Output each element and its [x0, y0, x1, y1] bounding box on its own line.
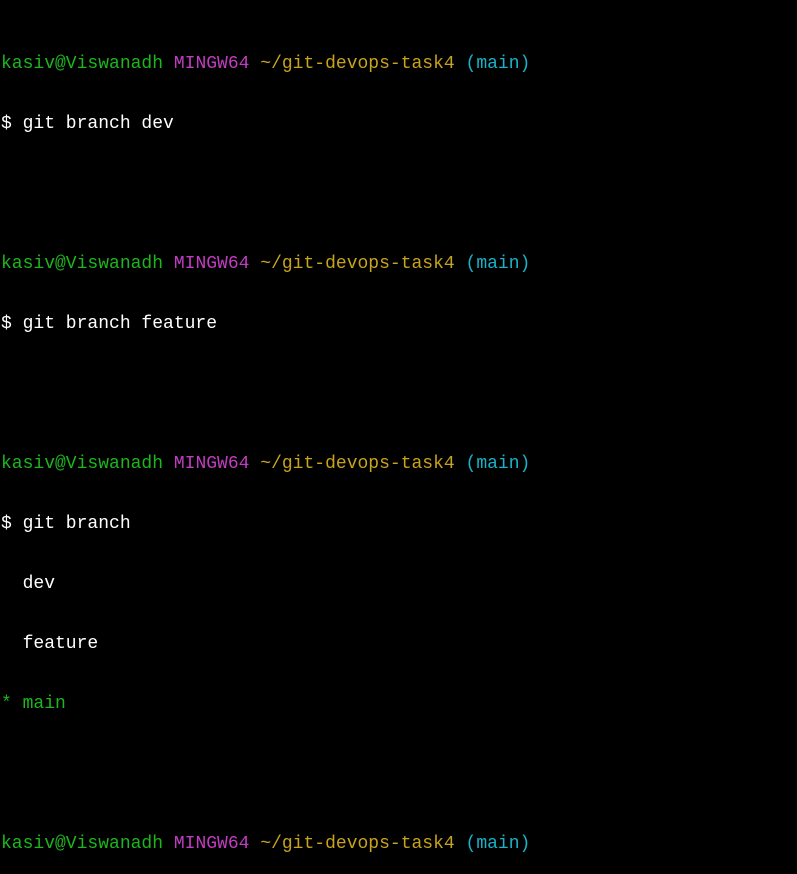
prompt-line: kasiv@Viswanadh MINGW64 ~/git-devops-tas…	[1, 834, 797, 854]
prompt-path: ~/git-devops-task4	[260, 834, 455, 854]
terminal-window[interactable]: kasiv@Viswanadh MINGW64 ~/git-devops-tas…	[0, 0, 797, 854]
prompt-branch: (main)	[465, 54, 531, 74]
prompt-path: ~/git-devops-task4	[260, 254, 455, 274]
prompt-user: kasiv@Viswanadh	[1, 834, 164, 854]
prompt-branch: (main)	[465, 834, 531, 854]
prompt-path: ~/git-devops-task4	[260, 454, 455, 474]
branch-list-item-dev: dev	[1, 574, 56, 594]
command-line: $ git branch feature	[1, 314, 218, 334]
prompt-user: kasiv@Viswanadh	[1, 454, 164, 474]
prompt-line: kasiv@Viswanadh MINGW64 ~/git-devops-tas…	[1, 454, 797, 474]
prompt-user: kasiv@Viswanadh	[1, 54, 164, 74]
branch-list-item-feature: feature	[1, 634, 99, 654]
prompt-line: kasiv@Viswanadh MINGW64 ~/git-devops-tas…	[1, 54, 797, 74]
prompt-branch: (main)	[465, 254, 531, 274]
prompt-system: MINGW64	[173, 254, 250, 274]
prompt-line: kasiv@Viswanadh MINGW64 ~/git-devops-tas…	[1, 254, 797, 274]
prompt-branch: (main)	[465, 454, 531, 474]
command-line: $ git branch dev	[1, 114, 174, 134]
command-line: $ git branch	[1, 514, 131, 534]
prompt-path: ~/git-devops-task4	[260, 54, 455, 74]
prompt-system: MINGW64	[173, 454, 250, 474]
prompt-system: MINGW64	[173, 834, 250, 854]
prompt-system: MINGW64	[173, 54, 250, 74]
branch-list-item-current: * main	[1, 694, 66, 714]
prompt-user: kasiv@Viswanadh	[1, 254, 164, 274]
